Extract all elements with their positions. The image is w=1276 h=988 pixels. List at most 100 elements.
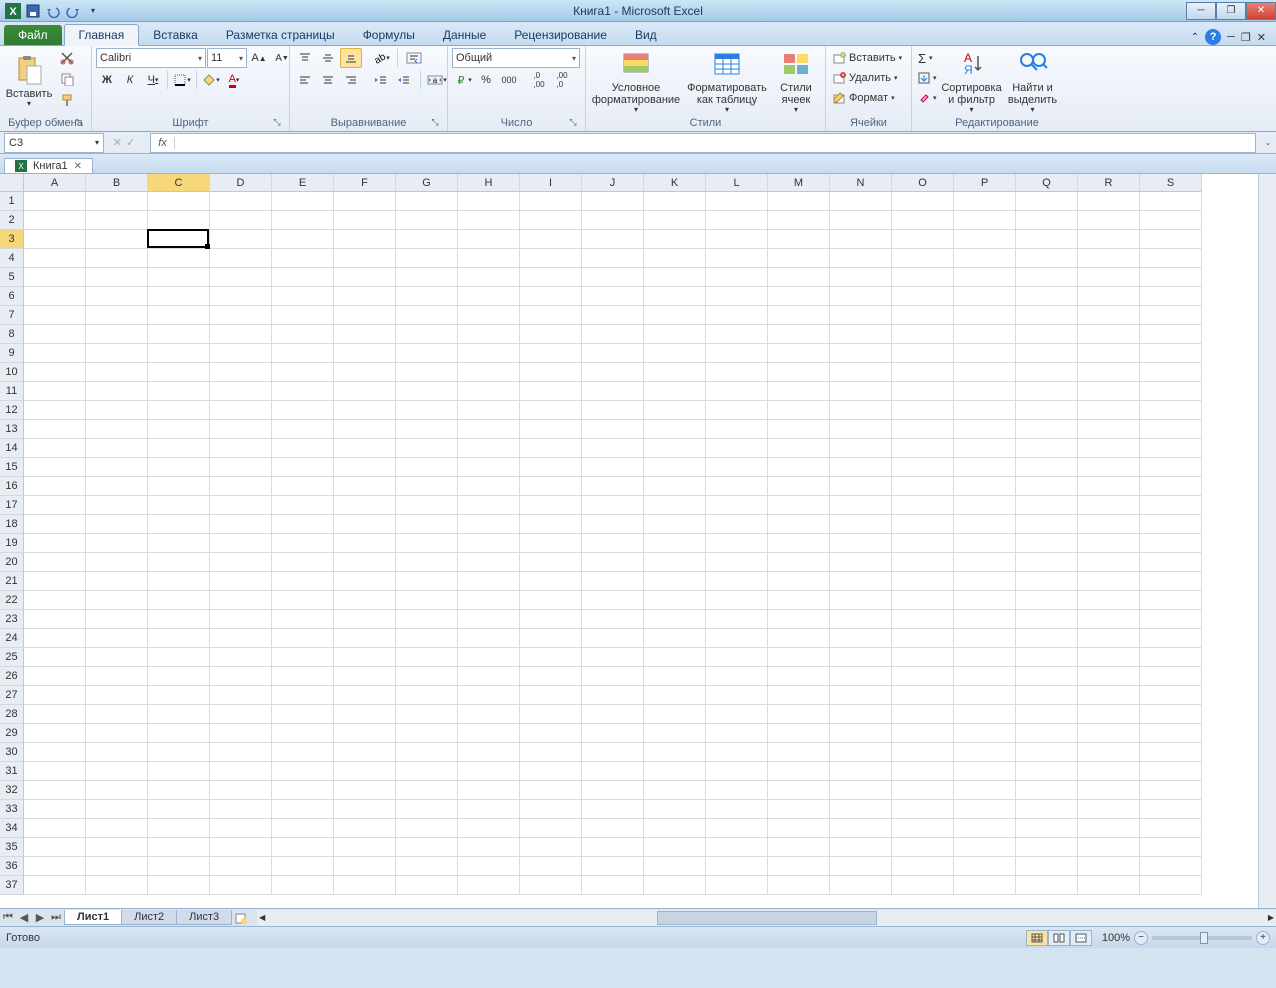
row-header[interactable]: 35 [0, 838, 24, 857]
cell[interactable] [1078, 287, 1140, 306]
cell[interactable] [520, 230, 582, 249]
format-cells-button[interactable]: Формат▾ [830, 88, 897, 108]
cell[interactable] [830, 610, 892, 629]
cell[interactable] [830, 192, 892, 211]
cell[interactable] [458, 819, 520, 838]
cell[interactable] [582, 781, 644, 800]
cell[interactable] [1016, 876, 1078, 895]
cell[interactable] [706, 363, 768, 382]
fill-button[interactable]: ▾ [916, 68, 939, 88]
font-size-combo[interactable]: 11▾ [207, 48, 247, 68]
cell[interactable] [706, 667, 768, 686]
cell[interactable] [1078, 439, 1140, 458]
cell[interactable] [1016, 534, 1078, 553]
cell[interactable] [24, 838, 86, 857]
cell[interactable] [706, 344, 768, 363]
row-header[interactable]: 24 [0, 629, 24, 648]
cell[interactable] [396, 477, 458, 496]
cell[interactable] [1016, 306, 1078, 325]
cell[interactable] [210, 344, 272, 363]
cell[interactable] [706, 553, 768, 572]
cell[interactable] [892, 724, 954, 743]
cell[interactable] [24, 477, 86, 496]
cell[interactable] [210, 230, 272, 249]
cell[interactable] [892, 876, 954, 895]
cell[interactable] [148, 743, 210, 762]
cell[interactable] [582, 344, 644, 363]
cell[interactable] [582, 762, 644, 781]
zoom-out-icon[interactable]: − [1134, 931, 1148, 945]
cell[interactable] [582, 287, 644, 306]
cell[interactable] [768, 705, 830, 724]
cells-area[interactable] [24, 192, 1258, 895]
cell[interactable] [272, 705, 334, 724]
cell[interactable] [334, 439, 396, 458]
cell[interactable] [86, 363, 148, 382]
paste-button[interactable]: Вставить ▾ [4, 48, 54, 114]
cell[interactable] [86, 192, 148, 211]
cell[interactable] [24, 724, 86, 743]
cell[interactable] [86, 819, 148, 838]
cell[interactable] [1140, 534, 1202, 553]
cell[interactable] [210, 629, 272, 648]
cell[interactable] [582, 458, 644, 477]
cell[interactable] [334, 838, 396, 857]
cell[interactable] [1078, 515, 1140, 534]
cell[interactable] [334, 686, 396, 705]
column-header[interactable]: K [644, 174, 706, 192]
row-header[interactable]: 1 [0, 192, 24, 211]
cell[interactable] [458, 382, 520, 401]
cell[interactable] [1016, 724, 1078, 743]
cell[interactable] [272, 686, 334, 705]
tab-insert[interactable]: Вставка [139, 25, 212, 45]
cancel-formula-icon[interactable]: ✕ [113, 136, 122, 149]
cell[interactable] [86, 477, 148, 496]
cell[interactable] [458, 401, 520, 420]
cell[interactable] [644, 230, 706, 249]
cell[interactable] [830, 667, 892, 686]
cell[interactable] [1016, 363, 1078, 382]
column-header[interactable]: J [582, 174, 644, 192]
cell[interactable] [210, 876, 272, 895]
number-launcher-icon[interactable]: ⤡ [567, 117, 579, 129]
cell[interactable] [954, 344, 1016, 363]
cell[interactable] [458, 648, 520, 667]
excel-icon[interactable]: X [4, 2, 22, 20]
cut-icon[interactable] [56, 48, 78, 68]
align-left-icon[interactable] [294, 70, 316, 90]
cell[interactable] [644, 629, 706, 648]
tab-page-layout[interactable]: Разметка страницы [212, 25, 349, 45]
cell[interactable] [892, 648, 954, 667]
cell[interactable] [644, 382, 706, 401]
cell[interactable] [706, 686, 768, 705]
cell[interactable] [1016, 287, 1078, 306]
cell[interactable] [272, 724, 334, 743]
cell[interactable] [24, 249, 86, 268]
cell[interactable] [272, 230, 334, 249]
cell[interactable] [768, 800, 830, 819]
cell[interactable] [582, 743, 644, 762]
cell[interactable] [1016, 420, 1078, 439]
row-header[interactable]: 31 [0, 762, 24, 781]
cell[interactable] [148, 211, 210, 230]
cell[interactable] [706, 192, 768, 211]
cell[interactable] [1140, 781, 1202, 800]
workbook-tab[interactable]: X Книга1 ✕ [4, 158, 93, 173]
column-header[interactable]: B [86, 174, 148, 192]
cell[interactable] [520, 648, 582, 667]
cell[interactable] [148, 458, 210, 477]
cell[interactable] [458, 686, 520, 705]
cell[interactable] [272, 629, 334, 648]
clear-button[interactable]: ▾ [916, 88, 939, 108]
cell[interactable] [148, 477, 210, 496]
undo-icon[interactable] [44, 2, 62, 20]
font-name-combo[interactable]: Calibri▾ [96, 48, 206, 68]
cell[interactable] [706, 629, 768, 648]
cell[interactable] [582, 382, 644, 401]
cell[interactable] [954, 876, 1016, 895]
cell[interactable] [1016, 515, 1078, 534]
cell[interactable] [334, 534, 396, 553]
cell[interactable] [892, 496, 954, 515]
cell[interactable] [520, 762, 582, 781]
cell[interactable] [210, 705, 272, 724]
